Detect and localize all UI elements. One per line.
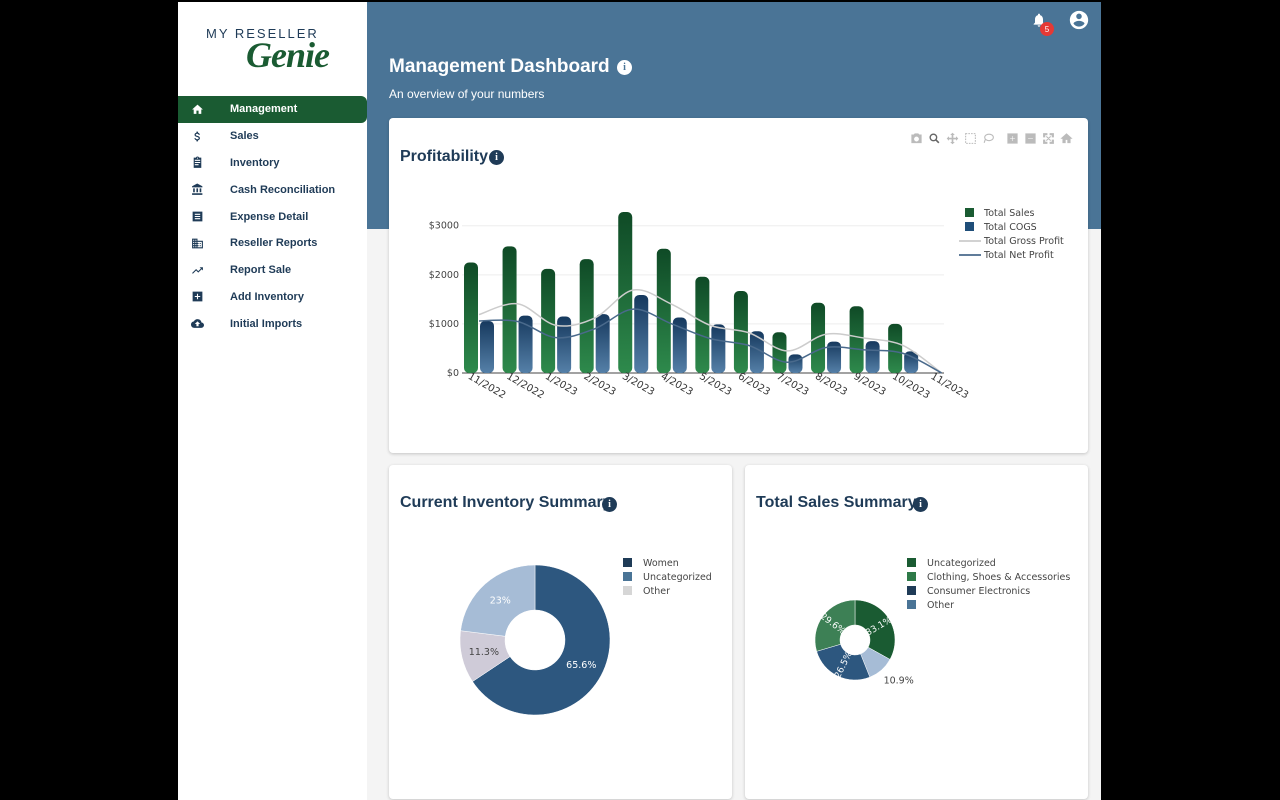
bar-total-sales[interactable] [464,262,478,373]
slice-label: 10.9% [884,676,914,687]
main-content: 5 Management Dashboard i An overview of … [367,2,1101,800]
sales-summary-card: Total Sales Summary i 33.1% 10.9% 26.5% 29.… [745,465,1088,799]
legend-swatch [965,208,974,217]
bar-total-sales[interactable] [579,259,594,373]
profitability-chart: $0 $1000 $2000 $3000 11/202212/20221/2023 2/2… [429,208,1064,401]
sidebar-item-add-inventory[interactable]: Add Inventory [178,284,367,311]
notification-badge: 5 [1040,22,1054,36]
slice-label: 23% [490,596,511,607]
x-tick-label: 2/2023 [582,371,618,398]
bank-icon [190,183,204,197]
y-tick-label: $2000 [429,270,459,281]
legend-total-sales[interactable]: Total Sales [983,208,1035,219]
dollar-icon [190,129,204,143]
legend-uncategorized[interactable]: Uncategorized [927,558,996,569]
x-tick-label: 7/2023 [774,371,810,398]
x-tick-label: 12/2022 [504,371,545,401]
page-title: Management Dashboard [389,56,610,77]
x-tick-label: 9/2023 [852,371,888,398]
sidebar-nav: Management Sales Inventory Cash Reconcil… [178,96,367,337]
legend-swatch [623,558,632,567]
legend-total-net-profit[interactable]: Total Net Profit [983,250,1054,261]
cloud-upload-icon [190,317,204,331]
sidebar-item-label: Expense Detail [230,210,309,223]
bar-total-sales[interactable] [888,323,903,373]
sidebar-item-expense-detail[interactable]: Expense Detail [178,203,367,230]
page-subtitle: An overview of your numbers [389,87,545,101]
sidebar-item-inventory[interactable]: Inventory [178,150,367,177]
bar-total-cogs[interactable] [480,320,494,373]
legend-swatch [907,558,916,567]
legend-swatch [965,222,974,231]
sidebar-item-initial-imports[interactable]: Initial Imports [178,310,367,337]
logo-bottom-text: Genie [246,35,330,75]
x-tick-label: 1/2023 [543,371,579,398]
plus-box-icon [190,290,204,304]
bar-total-cogs[interactable] [865,341,880,373]
x-tick-label: 3/2023 [620,371,656,398]
sidebar-item-label: Management [230,103,298,116]
slice-label: 65.6% [566,660,596,671]
y-tick-label: $1000 [429,319,459,330]
legend-swatch [907,586,916,595]
x-tick-label: 4/2023 [659,371,695,398]
y-tick-label: $3000 [429,221,459,232]
legend-swatch [623,572,632,581]
x-tick-label: 5/2023 [697,371,733,398]
legend-swatch [907,600,916,609]
sidebar-item-label: Cash Reconciliation [230,183,336,196]
bar-total-sales[interactable] [849,306,864,373]
bar-total-cogs[interactable] [711,324,726,373]
bar-total-sales[interactable] [502,246,517,373]
clipboard-icon [190,156,204,170]
profitability-card: Profitability i $0 $1000 $2000 $3000 11/2022… [389,118,1088,453]
sidebar-item-management[interactable]: Management [178,96,367,123]
sidebar-item-sales[interactable]: Sales [178,123,367,150]
trending-icon [190,263,204,277]
x-tick-label: 6/2023 [736,371,772,398]
sidebar-item-label: Add Inventory [230,290,304,303]
sidebar-item-report-sale[interactable]: Report Sale [178,257,367,284]
x-tick-label: 11/2023 [929,371,970,401]
legend-total-cogs[interactable]: Total COGS [983,222,1037,233]
x-tick-label: 8/2023 [813,371,849,398]
sidebar-item-label: Sales [230,130,259,143]
legend-other[interactable]: Other [927,600,954,611]
x-tick-label: 11/2022 [466,371,507,401]
legend-total-gross-profit[interactable]: Total Gross Profit [983,236,1064,247]
bar-total-sales[interactable] [541,268,556,373]
home-icon [190,102,204,116]
slice-label: 11.3% [469,647,499,658]
bar-total-sales[interactable] [772,332,787,373]
sidebar-item-label: Report Sale [230,264,292,277]
sidebar-item-reseller-reports[interactable]: Reseller Reports [178,230,367,257]
bar-total-cogs[interactable] [788,354,803,373]
app-window: MY RESELLER Genie Management Sales Inven… [178,2,1101,800]
legend-swatch [623,586,632,595]
legend-uncategorized[interactable]: Uncategorized [643,572,712,583]
sidebar: MY RESELLER Genie Management Sales Inven… [178,2,367,800]
bar-total-cogs[interactable] [634,294,649,373]
account-icon[interactable] [1068,9,1090,31]
sidebar-item-label: Reseller Reports [230,237,318,250]
building-icon [190,236,204,250]
list-icon [190,210,204,224]
legend-clothing-shoes-accessories[interactable]: Clothing, Shoes & Accessories [927,572,1070,583]
sidebar-item-label: Inventory [230,156,280,169]
bar-total-cogs[interactable] [595,314,610,373]
y-tick-label: $0 [447,368,459,379]
legend-consumer-electronics[interactable]: Consumer Electronics [927,586,1030,597]
inventory-summary-card: Current Inventory Summary i 65.6% 11.3% 23… [389,465,732,799]
sidebar-item-label: Initial Imports [230,317,303,330]
inventory-pie-chart: 65.6% 11.3% 23% Women Uncategorized Other [459,558,712,716]
bar-total-sales[interactable] [656,248,671,373]
x-tick-label: 10/2023 [890,371,931,401]
sales-pie-chart: 33.1%10.9%26.5%29.6%UncategorizedClothin… [814,558,1070,687]
legend-women[interactable]: Women [643,558,679,569]
legend-swatch [907,572,916,581]
sidebar-item-cash-reconciliation[interactable]: Cash Reconciliation [178,176,367,203]
page-title-info-icon[interactable]: i [617,60,632,75]
legend-other[interactable]: Other [643,586,670,597]
bar-total-sales[interactable] [618,211,633,373]
